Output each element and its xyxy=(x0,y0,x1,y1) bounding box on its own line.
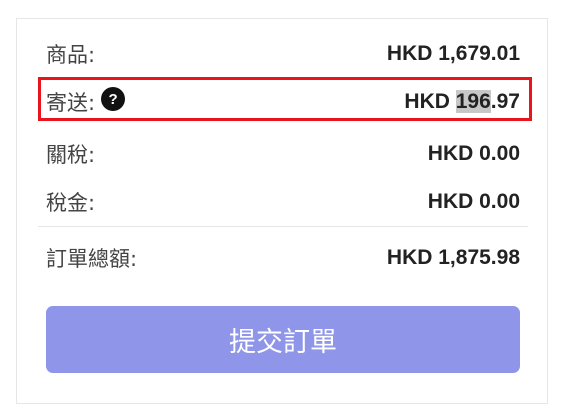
tax-label: 稅金: xyxy=(46,191,96,215)
tax-row: 稅金: HKD 0.00 xyxy=(46,185,520,219)
shipping-label-group: 寄送: ? xyxy=(46,87,126,117)
shipping-value-selected-text: 196 xyxy=(455,90,491,113)
shipping-row: 寄送: ? HKD 196.97 xyxy=(46,85,520,119)
shipping-value: HKD 196.97 xyxy=(404,90,520,114)
items-label: 商品: xyxy=(46,43,96,67)
shipping-value-prefix: HKD xyxy=(404,90,456,113)
duties-value: HKD 0.00 xyxy=(427,142,520,165)
submit-order-button[interactable]: 提交訂單 xyxy=(46,306,520,373)
shipping-value-suffix: .97 xyxy=(490,90,520,113)
order-summary-card: 商品: HKD 1,679.01 寄送: ? HKD 196.97 關稅: HK… xyxy=(16,18,548,404)
summary-divider xyxy=(38,226,528,227)
items-row: 商品: HKD 1,679.01 xyxy=(46,37,520,71)
items-value: HKD 1,679.01 xyxy=(386,42,520,65)
duties-label: 關稅: xyxy=(46,143,96,167)
question-circle-icon[interactable]: ? xyxy=(101,87,126,111)
duties-row: 關稅: HKD 0.00 xyxy=(46,137,520,171)
total-label: 訂單總額: xyxy=(46,247,138,271)
tax-value: HKD 0.00 xyxy=(427,190,520,213)
total-value: HKD 1,875.98 xyxy=(386,246,520,269)
total-row: 訂單總額: HKD 1,875.98 xyxy=(46,241,520,275)
shipping-label: 寄送: xyxy=(46,91,96,115)
